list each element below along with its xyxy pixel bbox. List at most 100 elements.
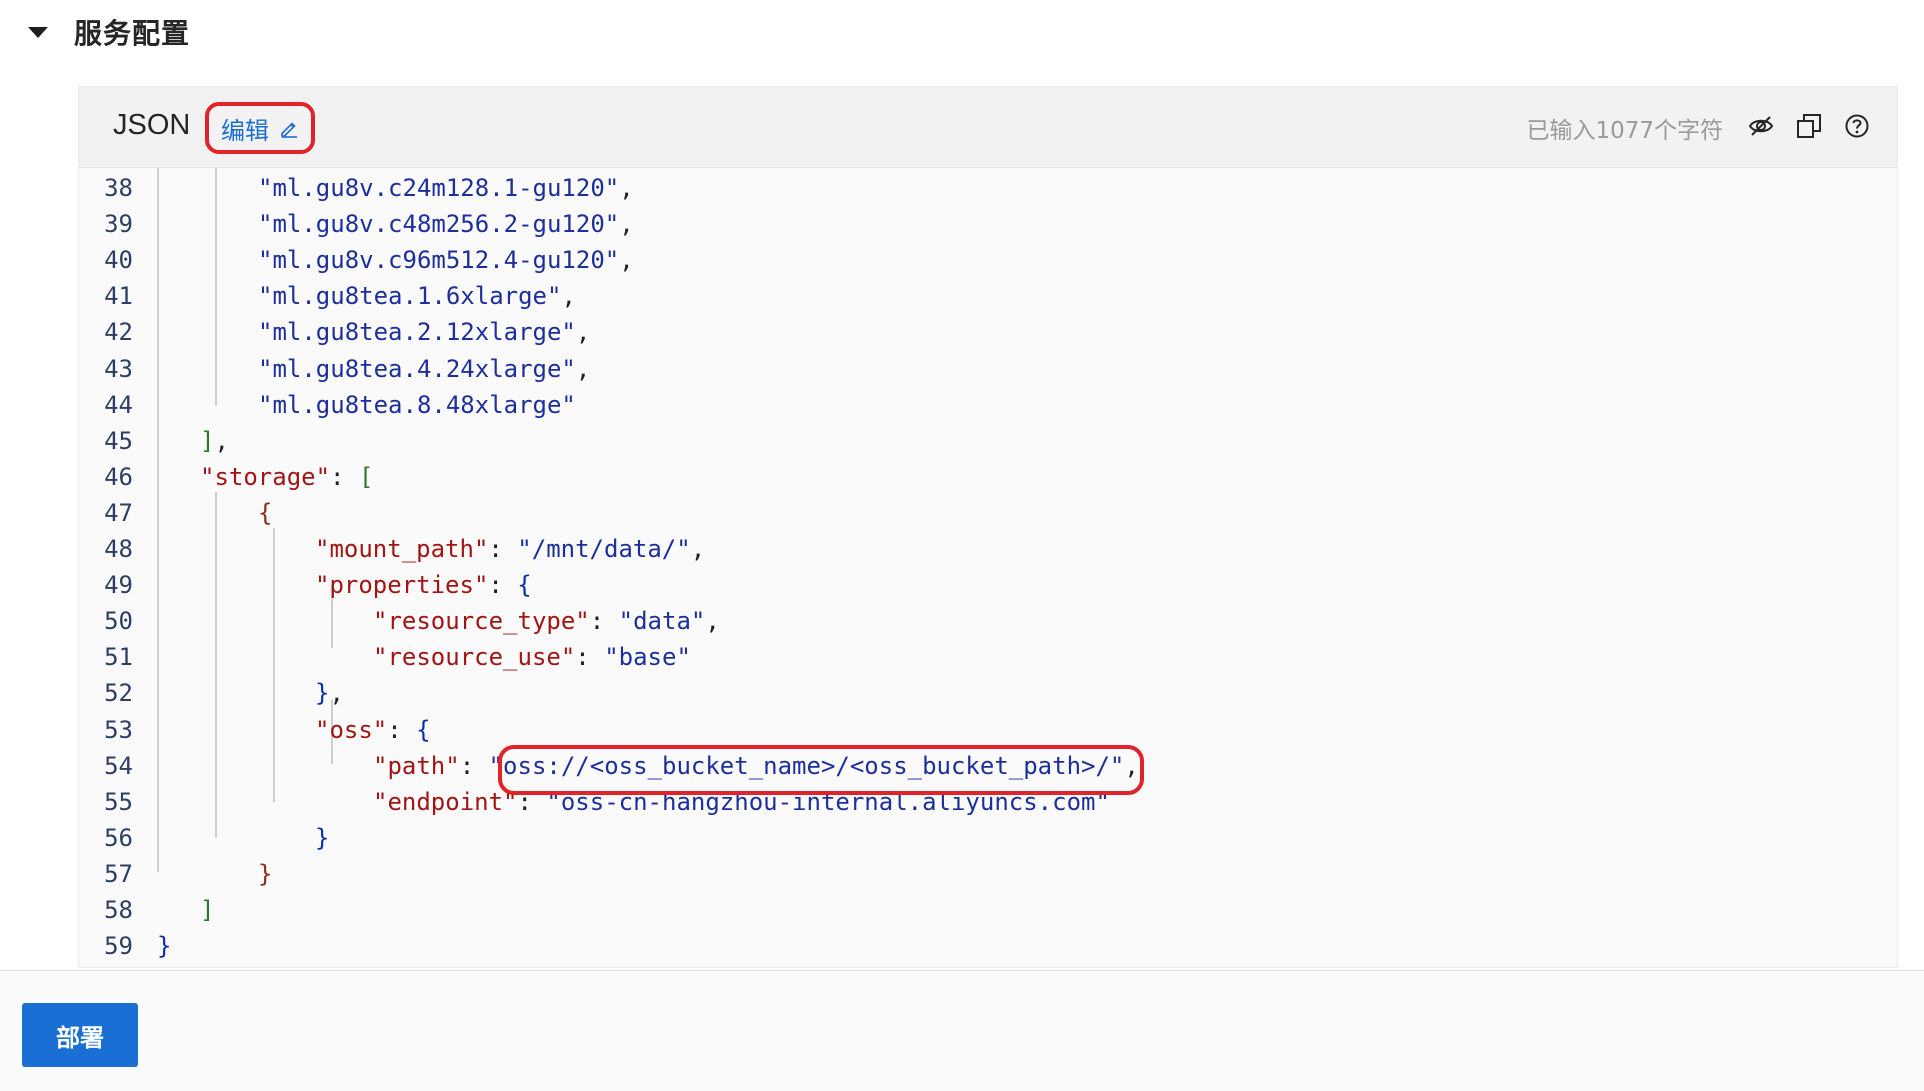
collapse-caret-icon[interactable] (28, 26, 48, 38)
code-token: } (157, 932, 172, 961)
code-token: : (575, 643, 605, 672)
code-text: "ml.gu8v.c24m128.1-gu120", (258, 170, 634, 206)
code-token: "ml.gu8tea.8.48xlarge" (258, 390, 576, 419)
code-text: "ml.gu8tea.1.6xlarge", (258, 278, 576, 314)
line-number: 42 (104, 318, 133, 347)
json-editor: JSON 编辑 已输入1077个字符 38 "ml.gu8v.c24m128.1… (78, 86, 1898, 968)
eye-slash-icon[interactable] (1747, 112, 1775, 140)
line-number: 53 (104, 715, 133, 744)
code-token: : (589, 607, 619, 636)
code-token: "oss" (315, 715, 388, 744)
code-token: "ml.gu8tea.1.6xlarge" (258, 282, 562, 311)
line-number: 51 (104, 643, 133, 672)
code-token: , (619, 210, 634, 239)
code-text: "ml.gu8tea.8.48xlarge" (258, 387, 576, 423)
line-number: 58 (104, 896, 133, 924)
code-token: "path" (373, 751, 460, 780)
code-text: } (315, 820, 329, 856)
code-text: "ml.gu8tea.2.12xlarge", (258, 314, 590, 350)
format-label: JSON (113, 109, 191, 141)
code-token: { (258, 498, 273, 527)
char-count: 已输入1077个字符 (1526, 118, 1723, 144)
section-header[interactable]: 服务配置 (28, 10, 190, 54)
code-token: "ml.gu8tea.4.24xlarge" (258, 354, 576, 383)
line-number: 52 (104, 679, 133, 708)
copy-icon[interactable] (1795, 112, 1823, 140)
indent-guide (157, 168, 159, 872)
code-token: "ml.gu8v.c24m128.1-gu120" (258, 174, 620, 202)
code-token: "base" (604, 643, 691, 672)
line-number: 47 (104, 498, 133, 527)
code-text: "resource_type": "data", (373, 603, 720, 639)
code-token: } (315, 823, 330, 852)
code-token: : (517, 787, 547, 816)
editor-toolbar: JSON 编辑 已输入1077个字符 (79, 87, 1897, 168)
footer-bar: 部署 (0, 970, 1924, 1091)
code-text: "path": "oss://<oss_bucket_name>/<oss_bu… (373, 748, 1139, 784)
code-text: "mount_path": "/mnt/data/", (315, 531, 705, 567)
edit-button[interactable]: 编辑 (205, 102, 315, 154)
code-area[interactable]: 38 "ml.gu8v.c24m128.1-gu120", 39 "ml.gu8v.c… (79, 168, 1897, 967)
line-number: 50 (104, 607, 133, 636)
code-token: , (561, 282, 576, 311)
code-token: , (575, 354, 591, 383)
code-token: "ml.gu8v.c48m256.2-gu120" (258, 210, 620, 239)
code-token: "oss://<oss_bucket_name>/<oss_bucket_pat… (488, 751, 1125, 780)
code-text: "endpoint": "oss-cn-hangzhou-internal.al… (373, 784, 1110, 820)
line-number: 40 (104, 246, 133, 275)
code-token: ] (200, 896, 215, 924)
code-token: [ (358, 462, 374, 491)
line-number: 43 (104, 354, 133, 383)
indent-guide (273, 528, 275, 802)
line-number: 46 (104, 462, 133, 491)
line-number: 48 (104, 535, 133, 563)
code-token: , (705, 607, 720, 636)
code-token: : (330, 462, 359, 491)
line-number: 57 (104, 859, 133, 888)
code-token: } (315, 679, 330, 708)
code-token: "oss-cn-hangzhou-internal.aliyuncs.com" (546, 787, 1110, 816)
code-token: , (1124, 751, 1139, 780)
line-number: 45 (104, 426, 133, 455)
pencil-icon (281, 122, 297, 138)
code-token: : (488, 571, 518, 600)
code-text: } (157, 928, 171, 964)
code-token: } (258, 859, 273, 888)
line-number: 38 (104, 174, 133, 202)
code-token: "properties" (315, 571, 489, 600)
help-icon[interactable] (1843, 112, 1871, 140)
code-text: ], (200, 423, 229, 459)
code-text: "ml.gu8v.c96m512.4-gu120", (258, 242, 634, 278)
code-token: "storage" (200, 462, 331, 491)
code-token: "mount_path" (315, 535, 489, 563)
code-token: "resource_type" (373, 607, 590, 636)
indent-guide (215, 492, 217, 838)
code-text: "oss": { (315, 712, 431, 748)
line-number: 39 (104, 210, 133, 239)
code-text: ] (200, 892, 214, 928)
section-title: 服务配置 (74, 17, 191, 50)
line-number: 59 (104, 932, 133, 961)
code-text: "ml.gu8tea.4.24xlarge", (258, 351, 590, 387)
code-token: "/mnt/data/" (517, 535, 691, 563)
code-token: "data" (618, 607, 706, 636)
code-token: , (619, 246, 634, 275)
deploy-button[interactable]: 部署 (22, 1003, 138, 1067)
code-token: "resource_use" (373, 643, 576, 672)
code-token: { (517, 571, 532, 600)
line-number: 49 (104, 571, 133, 600)
code-token: , (329, 679, 344, 708)
code-text: "storage": [ (200, 459, 373, 495)
line-number: 54 (104, 751, 133, 780)
code-text: "properties": { (315, 567, 532, 603)
code-token: { (416, 715, 431, 744)
code-text: "resource_use": "base" (373, 639, 691, 675)
line-number: 41 (104, 282, 133, 311)
code-token: , (619, 174, 634, 202)
code-token: "ml.gu8tea.2.12xlarge" (258, 318, 576, 347)
code-text: } (258, 856, 272, 892)
line-number: 44 (104, 390, 133, 419)
code-token: , (575, 318, 591, 347)
code-token: "endpoint" (373, 787, 518, 816)
indent-guide (215, 168, 217, 406)
